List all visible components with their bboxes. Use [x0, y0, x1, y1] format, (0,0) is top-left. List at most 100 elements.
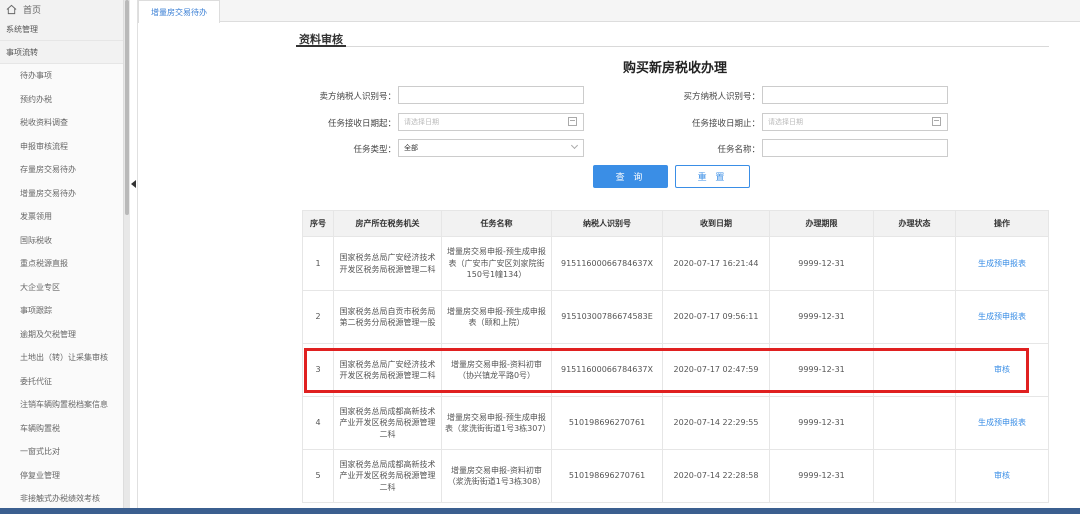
calendar-icon[interactable] — [568, 117, 577, 126]
sidebar-home-label: 首页 — [23, 5, 42, 16]
cell-received: 2020-07-17 16:21:44 — [662, 236, 770, 291]
seller-id-label: 卖方纳税人识别号： — [319, 92, 396, 102]
sidebar: 首页 系统管理 事项流转 待办事项 预约办税 税收资料调查 申报审核流程 存量房交易待办… — [0, 0, 124, 508]
os-taskbar — [0, 508, 1080, 514]
sidebar-subitem[interactable]: 逾期及欠税管理 — [0, 322, 123, 346]
cell-op[interactable]: 审核 — [955, 449, 1049, 503]
sidebar-subitem[interactable]: 申报审核流程 — [0, 134, 123, 158]
cell-office: 国家税务总局成都高新技术产业开发区税务局税源管理二科 — [333, 396, 442, 450]
highlight-box — [304, 348, 1029, 393]
collapse-arrow-icon[interactable] — [131, 180, 136, 188]
col-header-no: 序号 — [302, 210, 334, 237]
task-name-label: 任务名称： — [717, 145, 760, 155]
cell-taxpayer-id: 91510300786674583E — [551, 290, 663, 344]
cell-status — [873, 449, 956, 503]
cell-office: 国家税务总局成都高新技术产业开发区税务局税源管理二科 — [333, 449, 442, 503]
cell-task: 增量房交易申报-预生成申报表（广安市广安区刘家院街150号1幢134） — [441, 236, 552, 291]
cell-op[interactable]: 生成预申报表 — [955, 290, 1049, 344]
cell-no: 2 — [302, 290, 334, 344]
app-window: 首页 系统管理 事项流转 待办事项 预约办税 税收资料调查 申报审核流程 存量房交易待办… — [0, 0, 1080, 514]
task-name-input[interactable] — [762, 139, 948, 157]
tab-bar: 增量房交易待办 — [138, 0, 1080, 23]
cell-no: 5 — [302, 449, 334, 503]
sidebar-subitem[interactable]: 停复业管理 — [0, 463, 123, 487]
section-divider — [296, 46, 1049, 47]
query-button[interactable]: 查 询 — [593, 165, 668, 188]
date-start-placeholder: 请选择日期 — [404, 118, 439, 126]
col-header-taxpayer-id: 纳税人识别号 — [551, 210, 663, 237]
sidebar-subitem[interactable]: 税收资料调查 — [0, 111, 123, 135]
sidebar-subitem[interactable]: 重点税源直报 — [0, 252, 123, 276]
sidebar-collapse-bar[interactable] — [130, 0, 138, 508]
sidebar-subitem[interactable]: 增量房交易待办 — [0, 181, 123, 205]
sidebar-subitem[interactable]: 事项跟踪 — [0, 299, 123, 323]
sidebar-subitem[interactable]: 大企业专区 — [0, 275, 123, 299]
cell-no: 4 — [302, 396, 334, 450]
cell-deadline: 9999-12-31 — [769, 449, 874, 503]
sidebar-subitem[interactable]: 注销车辆购置税档案信息 — [0, 393, 123, 417]
home-icon — [6, 4, 17, 14]
col-header-task: 任务名称 — [441, 210, 552, 237]
date-end-label: 任务接收日期止： — [691, 119, 760, 129]
cell-deadline: 9999-12-31 — [769, 290, 874, 344]
col-header-op: 操作 — [955, 210, 1049, 237]
table-row: 5 国家税务总局成都高新技术产业开发区税务局税源管理二科 增量房交易申报-资料初审（… — [302, 449, 1049, 503]
calendar-icon[interactable] — [932, 117, 941, 126]
cell-taxpayer-id: 91511600066784637X — [551, 236, 663, 291]
sidebar-item-system[interactable]: 系统管理 — [0, 18, 123, 41]
cell-office: 国家税务总局自贡市税务局第二税务分局税源管理一股 — [333, 290, 442, 344]
date-end-input[interactable]: 请选择日期 — [762, 113, 948, 131]
sidebar-subitem[interactable]: 委托代征 — [0, 369, 123, 393]
cell-received: 2020-07-17 09:56:11 — [662, 290, 770, 344]
cell-received: 2020-07-14 22:29:55 — [662, 396, 770, 450]
cell-task: 增量房交易申报-预生成申报表（浆洗街街道1号3栋307） — [441, 396, 552, 450]
cell-status — [873, 236, 956, 291]
cell-office: 国家税务总局广安经济技术开发区税务局税源管理二科 — [333, 236, 442, 291]
task-type-value: 全部 — [404, 144, 418, 152]
tab-incremental-housing[interactable]: 增量房交易待办 — [138, 0, 220, 23]
cell-op[interactable]: 生成预申报表 — [955, 396, 1049, 450]
cell-taxpayer-id: 510198696270761 — [551, 396, 663, 450]
cell-status — [873, 396, 956, 450]
scrollbar-thumb[interactable] — [125, 0, 129, 215]
sidebar-subitem[interactable]: 土地出（转）让采集审核 — [0, 346, 123, 370]
col-header-deadline: 办理期限 — [769, 210, 874, 237]
form-title: 购买新房税收办理 — [622, 61, 727, 76]
table-row: 1 国家税务总局广安经济技术开发区税务局税源管理二科 增量房交易申报-预生成申报表（… — [302, 236, 1049, 291]
sidebar-subitem[interactable]: 车辆购置税 — [0, 416, 123, 440]
cell-no: 1 — [302, 236, 334, 291]
chevron-down-icon — [570, 141, 579, 150]
cell-received: 2020-07-14 22:28:58 — [662, 449, 770, 503]
task-type-label: 任务类型： — [353, 145, 396, 155]
sidebar-subitem[interactable]: 国际税收 — [0, 228, 123, 252]
cell-task: 增量房交易申报-预生成申报表（颐和上院） — [441, 290, 552, 344]
cell-op[interactable]: 生成预申报表 — [955, 236, 1049, 291]
cell-task: 增量房交易申报-资料初审（浆洗街街道1号3栋308） — [441, 449, 552, 503]
reset-button[interactable]: 重 置 — [675, 165, 750, 188]
sidebar-subitem[interactable]: 非接触式办税绩效考核 — [0, 487, 123, 508]
seller-id-input[interactable] — [398, 86, 584, 104]
buyer-id-input[interactable] — [762, 86, 948, 104]
date-start-label: 任务接收日期起： — [327, 119, 396, 129]
sidebar-subitem[interactable]: 待办事项 — [0, 64, 123, 88]
cell-taxpayer-id: 510198696270761 — [551, 449, 663, 503]
sidebar-home[interactable]: 首页 — [0, 0, 123, 18]
col-header-office: 房产所在税务机关 — [333, 210, 442, 237]
cell-status — [873, 290, 956, 344]
sidebar-subitem[interactable]: 预约办税 — [0, 87, 123, 111]
date-start-input[interactable]: 请选择日期 — [398, 113, 584, 131]
sidebar-subitem[interactable]: 一窗式比对 — [0, 440, 123, 464]
table-row: 4 国家税务总局成都高新技术产业开发区税务局税源管理二科 增量房交易申报-预生成申报… — [302, 396, 1049, 450]
sidebar-subitem[interactable]: 存量房交易待办 — [0, 158, 123, 182]
section-title-underline — [296, 45, 346, 47]
col-header-received: 收到日期 — [662, 210, 770, 237]
col-header-status: 办理状态 — [873, 210, 956, 237]
sidebar-subitem[interactable]: 发票领用 — [0, 205, 123, 229]
date-end-placeholder: 请选择日期 — [768, 118, 803, 126]
task-type-select[interactable]: 全部 — [398, 139, 584, 157]
cell-deadline: 9999-12-31 — [769, 396, 874, 450]
sidebar-item-workflow[interactable]: 事项流转 — [0, 41, 123, 64]
cell-deadline: 9999-12-31 — [769, 236, 874, 291]
table-header-row: 序号 房产所在税务机关 任务名称 纳税人识别号 收到日期 办理期限 办理状态 操… — [302, 210, 1049, 237]
table-row: 2 国家税务总局自贡市税务局第二税务分局税源管理一股 增量房交易申报-预生成申报表（… — [302, 290, 1049, 344]
